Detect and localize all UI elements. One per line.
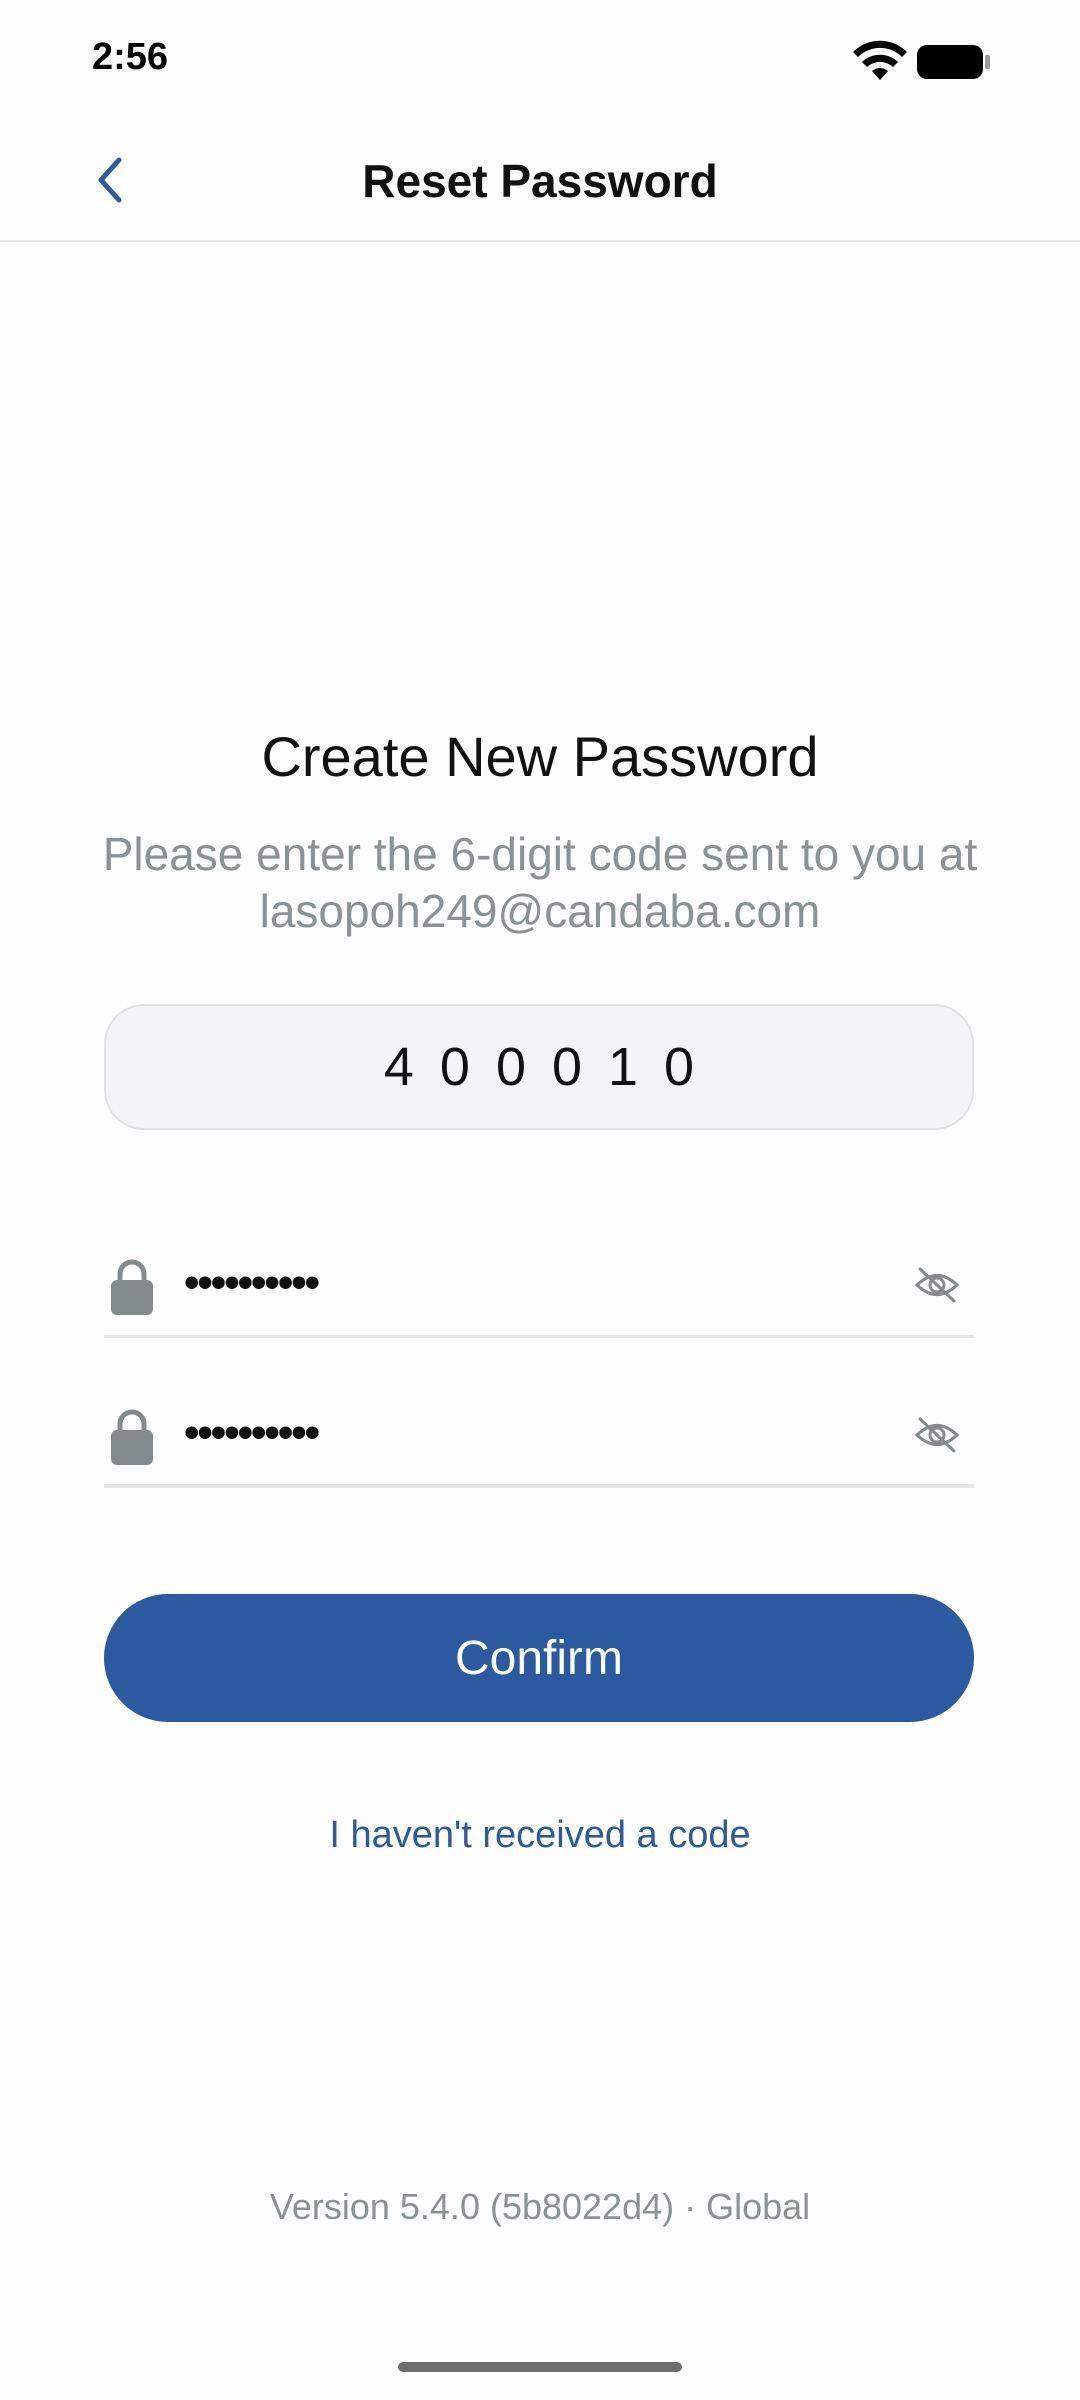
home-indicator[interactable]: [398, 2362, 682, 2372]
verification-code-value: 400010: [383, 1037, 721, 1097]
eye-off-icon[interactable]: [914, 1266, 960, 1304]
create-password-heading: Create New Password: [261, 725, 819, 788]
battery-icon: [917, 45, 990, 79]
status-bar: 2:56: [0, 0, 1080, 120]
instruction-text: Please enter the 6-digit code sent to yo…: [102, 828, 978, 937]
version-text: Version 5.4.0 (5b8022d4) · Global: [269, 2186, 811, 2227]
wifi-icon: [853, 40, 907, 80]
lock-icon: [111, 1409, 153, 1465]
new-password-value: ••••••••••: [184, 1258, 320, 1307]
lock-icon: [111, 1259, 153, 1315]
verification-code-input[interactable]: 400010: [104, 1004, 974, 1130]
resend-code-link[interactable]: I haven't received a code: [0, 1814, 1080, 1857]
confirm-button-label: Confirm: [454, 1631, 624, 1685]
confirm-password-value: ••••••••••: [184, 1408, 320, 1457]
status-time: 2:56: [92, 36, 169, 78]
page-title: Reset Password: [362, 155, 718, 207]
new-password-field[interactable]: ••••••••••: [104, 1236, 974, 1338]
confirm-button[interactable]: Confirm: [104, 1594, 974, 1722]
confirm-password-field[interactable]: ••••••••••: [104, 1386, 974, 1488]
header: Reset Password: [0, 120, 1080, 242]
eye-off-icon[interactable]: [914, 1416, 960, 1454]
